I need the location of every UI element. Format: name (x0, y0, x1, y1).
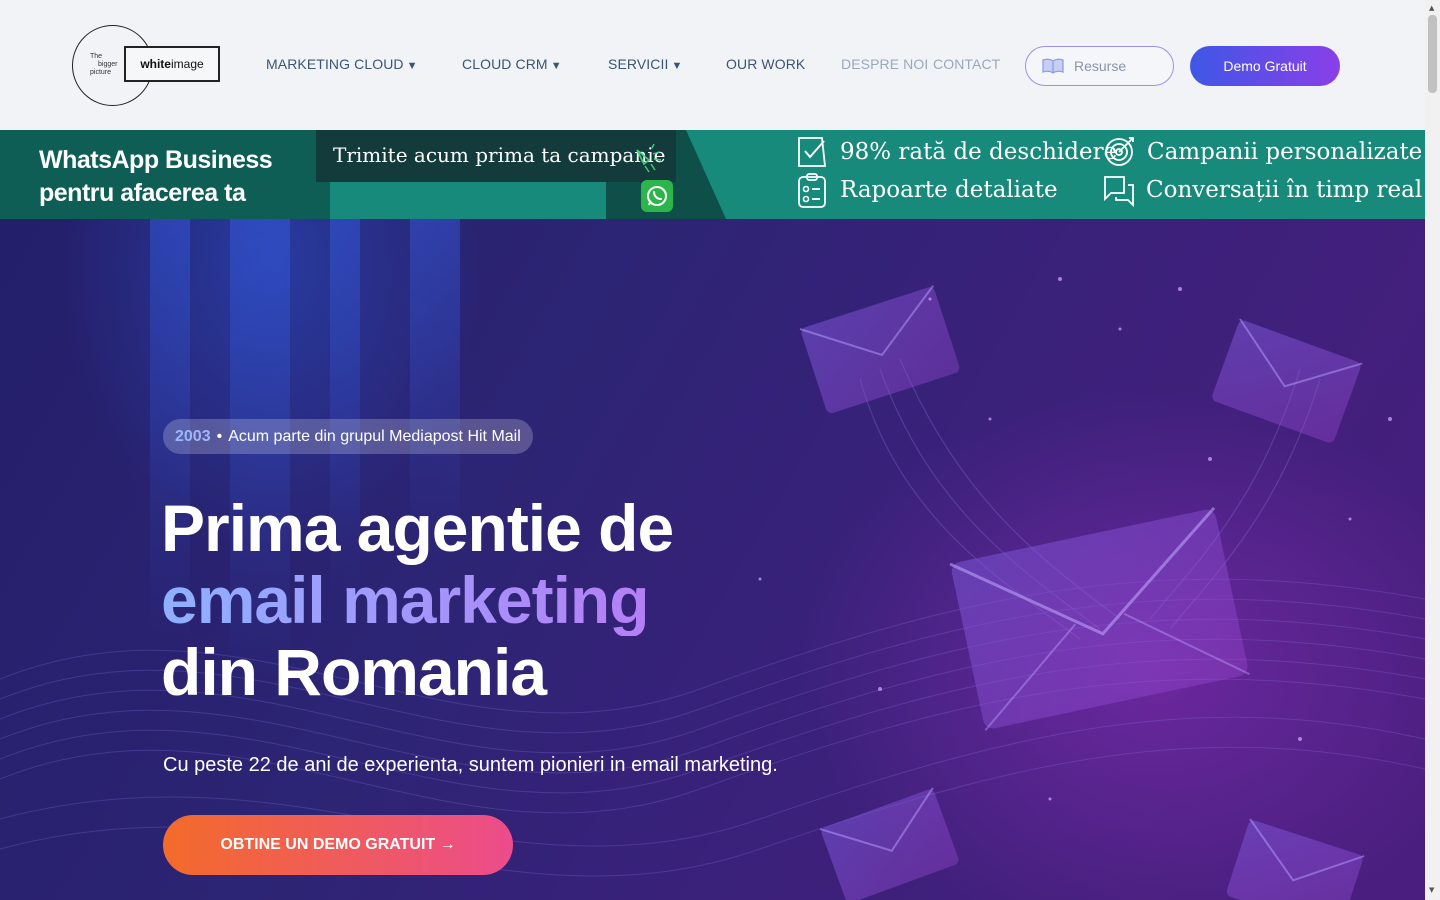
banner-title: WhatsApp Business pentru afacerea ta (39, 146, 273, 207)
nav-our-work[interactable]: OUR WORK (726, 56, 805, 72)
whatsapp-icon[interactable] (641, 180, 673, 212)
caret-down-icon: ▼ (671, 60, 683, 72)
book-open-icon (1042, 58, 1064, 74)
feature-campaigns: Campanii personalizate (1103, 135, 1422, 169)
site-header: The bigger picture white image MARKETING … (0, 0, 1425, 130)
campaign-text: Trimite acum prima ta campanie (333, 143, 666, 167)
nav-servicii[interactable]: SERVICII ▼ (608, 56, 682, 72)
hero-subtitle: Cu peste 22 de ani de experienta, suntem… (163, 754, 778, 776)
hero-title-highlight: email marketing (161, 564, 673, 636)
report-list-icon (796, 173, 830, 208)
resurse-button[interactable]: Resurse (1025, 46, 1174, 86)
demo-cta-button[interactable]: OBTINE UN DEMO GRATUIT → (163, 815, 513, 875)
scroll-up-arrow-icon[interactable]: ▲ (1429, 4, 1434, 12)
scroll-down-arrow-icon[interactable]: ▼ (1429, 886, 1434, 894)
logo-tagline: The bigger picture (90, 53, 118, 76)
heritage-badge: 2003 • Acum parte din grupul Mediapost H… (163, 419, 533, 454)
scrollbar-thumb[interactable] (1428, 15, 1437, 93)
demo-gratuit-button[interactable]: Demo Gratuit (1190, 46, 1340, 86)
target-icon (1103, 135, 1137, 169)
logo[interactable]: The bigger picture white image (72, 25, 222, 107)
megaphone-icon (633, 143, 665, 178)
page-scrollbar[interactable]: ▲ ▼ (1425, 0, 1440, 900)
logo-wordmark: white image (124, 46, 220, 82)
feature-conversations: Conversații în timp real (1102, 173, 1422, 207)
nav-contact[interactable]: CONTACT (933, 56, 1000, 72)
hero-section: 2003 • Acum parte din grupul Mediapost H… (0, 219, 1425, 900)
nav-marketing-cloud[interactable]: MARKETING CLOUD ▼ (266, 56, 418, 72)
nav-despre-noi[interactable]: DESPRE NOI (841, 56, 928, 72)
caret-down-icon: ▼ (550, 60, 562, 72)
caret-down-icon: ▼ (406, 60, 418, 72)
chat-bubbles-icon (1102, 173, 1136, 207)
hero-title: Prima agentie de email marketing din Rom… (161, 491, 674, 709)
nav-cloud-crm[interactable]: CLOUD CRM ▼ (462, 56, 562, 72)
feature-reports: Rapoarte detaliate (796, 173, 1058, 208)
check-badge-icon (796, 135, 830, 169)
feature-open-rate: 98% rată de deschidere (796, 135, 1117, 169)
